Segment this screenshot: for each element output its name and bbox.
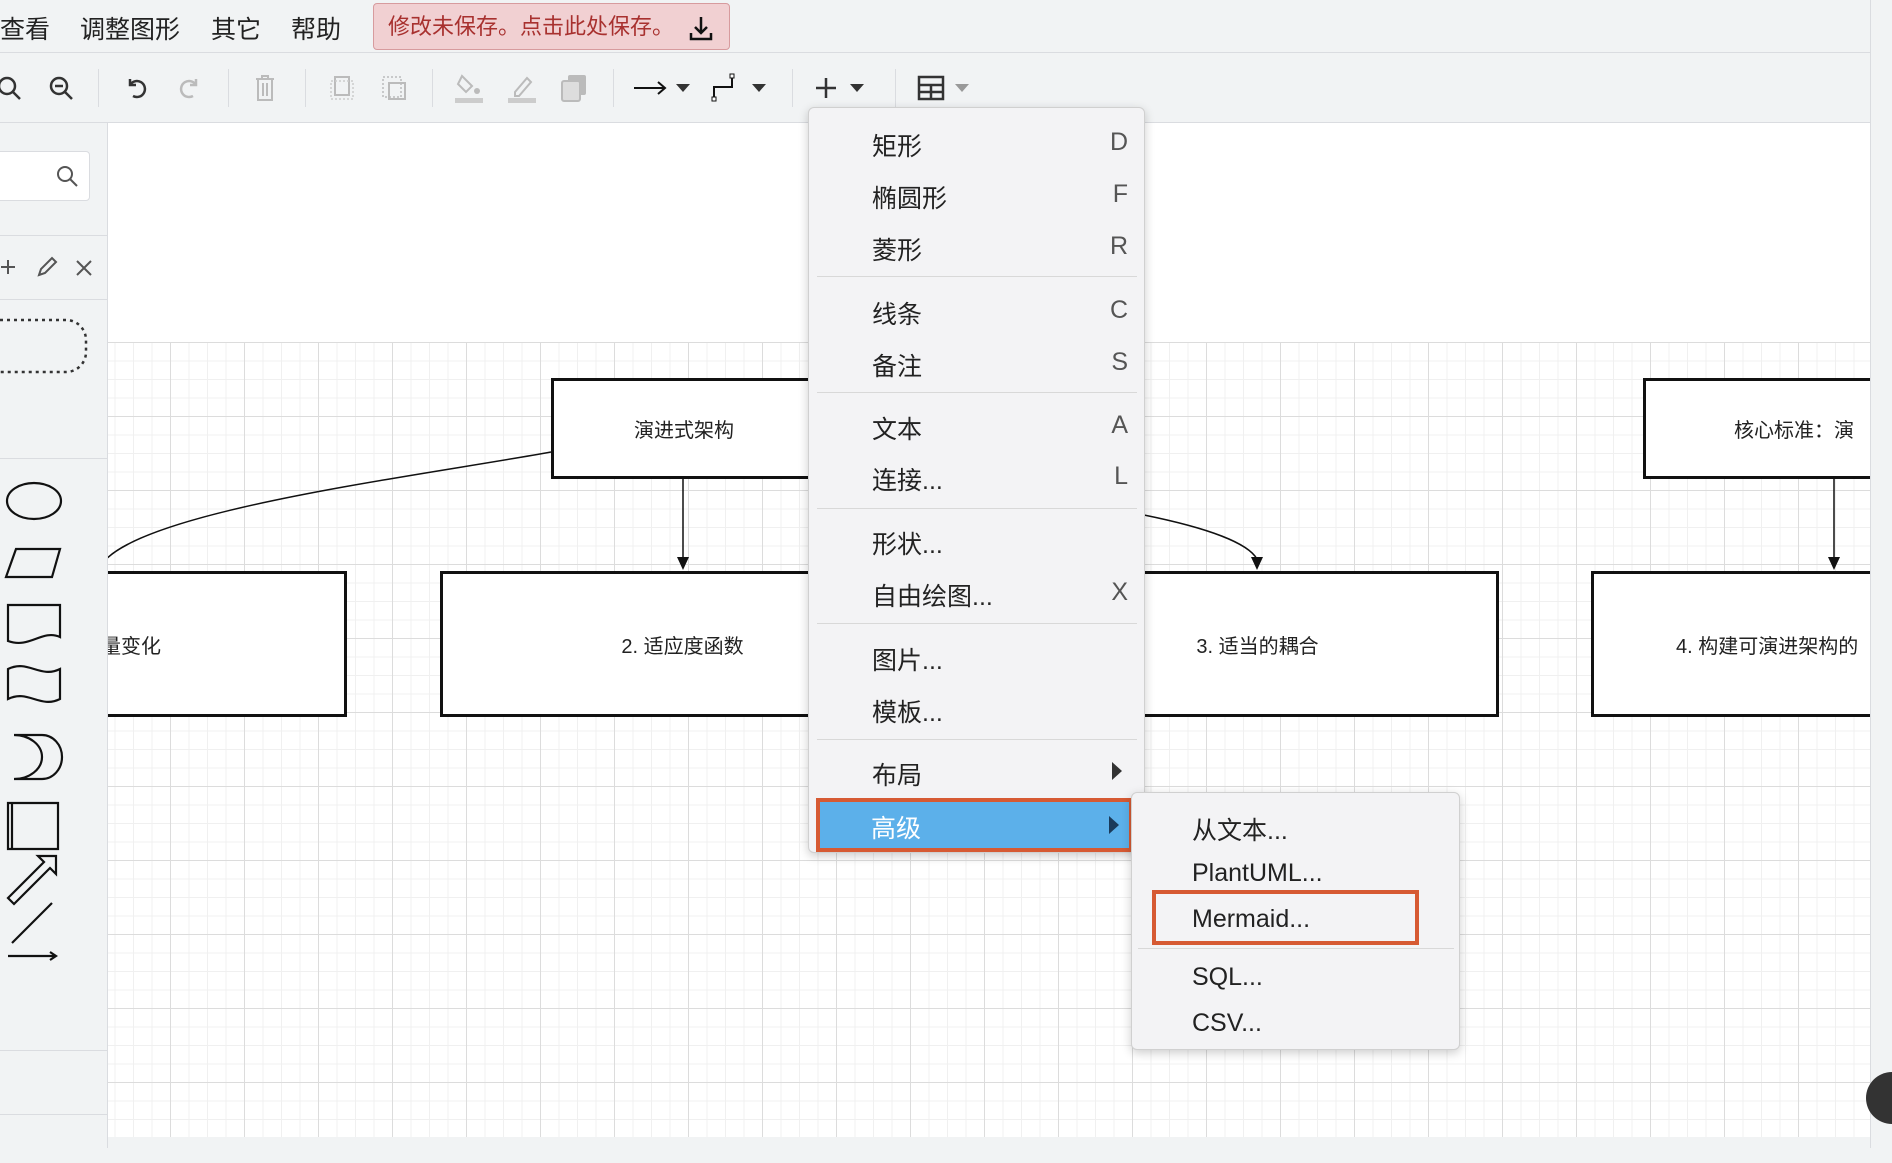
menu-item-rectangle[interactable]: 矩形 D xyxy=(809,117,1144,167)
to-front-icon[interactable] xyxy=(325,71,359,105)
toolbar-divider xyxy=(228,69,229,107)
insert-plus-dropdown[interactable] xyxy=(812,71,876,105)
redo-icon[interactable] xyxy=(172,71,206,105)
zoom-out-icon[interactable] xyxy=(44,71,78,105)
node-label: 2. 适应度函数 xyxy=(621,635,744,658)
node-label: 演进式架构 xyxy=(634,420,734,442)
submenu-item-csv[interactable]: CSV... xyxy=(1192,1009,1262,1038)
menu-divider xyxy=(817,508,1137,509)
node-1[interactable]: 量变化 xyxy=(108,571,347,717)
menu-divider xyxy=(817,276,1137,277)
connection-arrow-dropdown[interactable] xyxy=(632,71,696,105)
node-label: 核心标准：演 xyxy=(1734,420,1854,442)
divider xyxy=(0,1050,108,1051)
shape-search-input[interactable] xyxy=(0,151,90,201)
toolbar-divider xyxy=(895,69,896,107)
menu-item-link[interactable]: 连接... L xyxy=(809,451,1144,501)
vertical-scrollbar[interactable] xyxy=(1870,0,1892,1148)
menu-divider xyxy=(817,739,1137,740)
toolbar-divider xyxy=(613,69,614,107)
menu-divider xyxy=(817,392,1137,393)
menu-divider xyxy=(817,623,1137,624)
menu-item-advanced[interactable]: 高级 xyxy=(816,798,1133,852)
menu-item-ellipse[interactable]: 椭圆形 F xyxy=(809,169,1144,219)
container-shape xyxy=(6,801,60,851)
node-4-build[interactable]: 4. 构建可演进架构的 xyxy=(1591,571,1870,717)
node-evolutionary-architecture[interactable]: 演进式架构 xyxy=(551,378,817,479)
search-icon xyxy=(57,166,78,187)
submenu-arrow-icon xyxy=(1109,816,1119,834)
insert-menu: 矩形 D 椭圆形 F 菱形 R 线条 C 备注 S 文本 A 连接... L 形状... 自由… xyxy=(808,107,1145,853)
fill-color-icon[interactable] xyxy=(452,71,486,105)
menubar: 查看 调整图形 其它 帮助 修改未保存。点击此处保存。 xyxy=(0,0,1870,53)
node-core-criteria[interactable]: 核心标准：演 xyxy=(1643,378,1870,479)
moon-shape xyxy=(13,733,64,781)
submenu-item-plantuml[interactable]: PlantUML... xyxy=(1192,859,1323,888)
submenu-arrow-icon xyxy=(1112,762,1122,780)
edge-root-to-3 xyxy=(1143,514,1258,560)
ellipse-shape xyxy=(5,481,63,521)
menu-extras[interactable]: 其它 xyxy=(211,10,261,46)
delete-icon[interactable] xyxy=(248,71,282,105)
dotted-rounded-shape[interactable] xyxy=(0,316,92,376)
menu-item-rhombus[interactable]: 菱形 R xyxy=(809,221,1144,271)
menu-item-note[interactable]: 备注 S xyxy=(809,337,1144,387)
menu-item-text[interactable]: 文本 A xyxy=(809,400,1144,450)
divider xyxy=(0,299,108,300)
mermaid-highlight-annotation xyxy=(1152,890,1419,945)
menu-view[interactable]: 查看 xyxy=(0,10,50,46)
submenu-item-sql[interactable]: SQL... xyxy=(1192,963,1263,992)
connector-shape xyxy=(8,951,58,961)
toolbar-divider xyxy=(98,69,99,107)
menu-item-template[interactable]: 模板... xyxy=(809,683,1144,733)
unsaved-changes-button[interactable]: 修改未保存。点击此处保存。 xyxy=(373,3,730,50)
to-back-icon[interactable] xyxy=(377,71,411,105)
menu-item-advanced-label: 高级 xyxy=(871,815,922,843)
zoom-in-icon[interactable] xyxy=(0,71,26,105)
line-shape xyxy=(11,902,53,944)
menu-help[interactable]: 帮助 xyxy=(291,10,341,46)
menu-item-shapes[interactable]: 形状... xyxy=(809,515,1144,565)
menu-item-image[interactable]: 图片... xyxy=(809,631,1144,681)
download-icon xyxy=(689,17,713,41)
submenu-item-from-text[interactable]: 从文本... xyxy=(1192,811,1288,847)
toolbar-divider xyxy=(305,69,306,107)
shape-palette[interactable] xyxy=(0,473,108,1163)
divider xyxy=(0,458,108,459)
menu-item-line[interactable]: 线条 C xyxy=(809,285,1144,335)
node-label: 3. 适当的耦合 xyxy=(1196,635,1319,658)
line-color-icon[interactable] xyxy=(505,71,539,105)
divider xyxy=(0,235,108,236)
table-dropdown[interactable] xyxy=(915,71,979,105)
menu-item-freehand[interactable]: 自由绘图... X xyxy=(809,567,1144,617)
tape-shape xyxy=(6,665,62,703)
undo-icon[interactable] xyxy=(120,71,154,105)
save-notice-text: 修改未保存。点击此处保存。 xyxy=(388,14,675,39)
arrowhead xyxy=(677,557,689,570)
add-icon[interactable] xyxy=(0,256,18,278)
toolbar-divider xyxy=(792,69,793,107)
node-label: 4. 构建可演进架构的 xyxy=(1676,635,1859,658)
edge-root-to-left xyxy=(108,451,552,559)
divider xyxy=(0,1114,108,1115)
shadow-icon[interactable] xyxy=(557,71,591,105)
menu-divider xyxy=(1138,948,1454,949)
close-icon[interactable] xyxy=(74,258,94,278)
shapes-sidebar xyxy=(0,123,108,1148)
edit-pencil-icon[interactable] xyxy=(36,256,58,278)
toolbar-divider xyxy=(432,69,433,107)
node-label: 量变化 xyxy=(108,635,161,658)
arrowhead xyxy=(1828,557,1840,570)
menu-arrange[interactable]: 调整图形 xyxy=(80,10,180,46)
waypoint-dropdown[interactable] xyxy=(710,71,774,105)
menu-item-layout[interactable]: 布局 xyxy=(809,746,1144,796)
parallelogram-shape xyxy=(4,547,62,579)
arrow-shape xyxy=(6,854,58,906)
arrowhead xyxy=(1251,557,1263,570)
document-shape xyxy=(6,603,62,644)
